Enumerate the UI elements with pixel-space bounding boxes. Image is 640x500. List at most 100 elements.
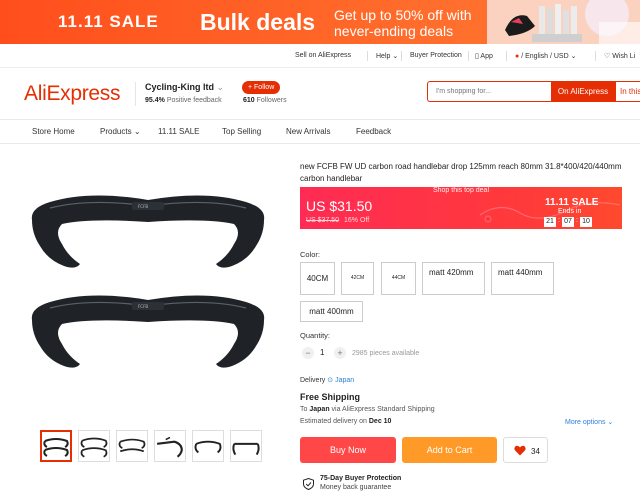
thumbnail-2[interactable]: [78, 430, 110, 462]
free-shipping-label: Free Shipping: [300, 392, 361, 402]
divider: [367, 51, 368, 61]
handlebar-bottom: FCFB: [31, 295, 265, 368]
countdown-seconds: 10: [580, 217, 592, 227]
quantity-decrease-button[interactable]: −: [302, 347, 314, 359]
quantity-increase-button[interactable]: +: [334, 347, 346, 359]
follow-button[interactable]: + Follow: [242, 81, 281, 94]
quantity-value[interactable]: 1: [320, 348, 324, 357]
language-currency-selector[interactable]: ● / English / USD ⌄: [515, 52, 576, 60]
wishlist-button[interactable]: 34: [503, 437, 548, 463]
help-menu[interactable]: Help ⌄: [376, 52, 398, 60]
ship-to-label: To: [300, 406, 308, 413]
buy-now-button[interactable]: Buy Now: [300, 437, 396, 463]
svg-text:FCFB: FCFB: [138, 204, 148, 209]
delivery-label: Delivery: [300, 377, 326, 384]
option-42cm[interactable]: 42CM: [341, 262, 374, 295]
original-price: US $37.50: [306, 217, 340, 224]
banner-promo-text: Get up to 50% off with never-ending deal…: [334, 7, 484, 39]
estimated-delivery-label: Estimated delivery on: [300, 418, 367, 425]
followers-label: Followers: [256, 97, 287, 104]
nav-store-home[interactable]: Store Home: [32, 127, 75, 136]
search-input[interactable]: [427, 81, 552, 102]
followers-count: 610: [243, 97, 255, 104]
heart-icon: [514, 445, 526, 456]
sell-on-aliexpress-link[interactable]: Sell on AliExpress: [295, 52, 351, 59]
feedback-percent: 95.4%: [145, 97, 165, 104]
main-product-image[interactable]: FCFB FCFB: [20, 160, 290, 410]
store-feedback: 95.4% Positive feedback: [145, 97, 222, 104]
ship-method: via AliExpress Standard Shipping: [331, 406, 435, 413]
ship-country: Japan: [309, 406, 330, 413]
chevron-down-icon: ⌄: [607, 419, 614, 426]
svg-text:FCFB: FCFB: [138, 304, 148, 309]
delivery-country-selector[interactable]: ⊙ Japan: [327, 377, 354, 384]
divider: [506, 51, 507, 61]
more-options-label: More options: [565, 419, 606, 426]
thumbnail-4[interactable]: [154, 430, 186, 462]
chevron-down-icon: ⌄: [216, 82, 225, 92]
quantity-label: Quantity:: [300, 331, 331, 340]
estimated-delivery: Estimated delivery on Dec 10: [300, 418, 391, 425]
shipping-route: To Japan via AliExpress Standard Shippin…: [300, 406, 435, 413]
option-matt-400mm[interactable]: matt 400mm: [300, 301, 363, 322]
nav-new-arrivals[interactable]: New Arrivals: [286, 127, 330, 136]
countdown-hours: 21: [544, 217, 556, 227]
nav-feedback[interactable]: Feedback: [356, 127, 391, 136]
thumbnail-5[interactable]: [192, 430, 224, 462]
sale-logo: 11.11 SALE: [545, 197, 599, 208]
handlebar-thumbnail-icon: [118, 438, 146, 453]
wishlist-label: Wish Li: [612, 53, 636, 60]
aliexpress-logo[interactable]: AliExpress: [24, 82, 121, 106]
buyer-protection-subtitle: Money back guarantee: [320, 484, 392, 491]
app-label: App: [480, 53, 493, 60]
banner-promo-line-1: Get up to 50% off with: [334, 7, 472, 23]
banner-sale-label: 11.11 SALE: [58, 12, 159, 31]
banner-products-image: [487, 0, 640, 44]
search-in-store-button[interactable]: In this: [615, 81, 640, 102]
promo-banner[interactable]: 11.11 SALE Bulk deals Get up to 50% off …: [0, 0, 640, 44]
nav-products[interactable]: Products ⌄: [100, 127, 141, 136]
top-utility-bar: Sell on AliExpress Help ⌄ Buyer Protecti…: [0, 44, 640, 68]
discount-badge: 16% Off: [344, 217, 370, 224]
option-matt-440mm[interactable]: matt 440mm: [491, 262, 554, 295]
search-on-aliexpress-button[interactable]: On AliExpress: [551, 81, 615, 102]
store-nav: Store Home Products ⌄ 11.11 SALE Top Sel…: [0, 120, 640, 144]
countdown-separator: :: [558, 217, 560, 224]
store-header: AliExpress Cycling-King ltd ⌄ 95.4% Posi…: [0, 68, 640, 120]
store-name-link[interactable]: Cycling-King ltd ⌄: [145, 82, 224, 93]
more-shipping-options-link[interactable]: More options ⌄: [565, 418, 613, 426]
handlebar-thumbnail-icon: [232, 442, 260, 456]
buyer-protection-link[interactable]: Buyer Protection: [410, 52, 462, 59]
delivery-country: Japan: [335, 377, 355, 384]
wishlist-link[interactable]: ♡ Wish Li: [604, 52, 635, 60]
banner-promo-line-2: never-ending deals: [334, 23, 454, 39]
estimated-delivery-date: Dec 10: [368, 418, 392, 425]
chevron-down-icon: ⌄: [392, 53, 399, 60]
feedback-label: Positive feedback: [166, 97, 222, 104]
app-link[interactable]: ▯ App: [475, 52, 493, 60]
ends-in-label: Ends in: [558, 208, 582, 215]
nav-sale[interactable]: 11.11 SALE: [158, 127, 200, 136]
divider: [468, 51, 469, 61]
buyer-protection-title: 75-Day Buyer Protection: [320, 475, 402, 482]
countdown-minutes: 07: [562, 217, 574, 227]
nav-top-selling[interactable]: Top Selling: [222, 127, 261, 136]
deal-label: Shop this top deal: [432, 187, 490, 194]
thumbnail-3[interactable]: [116, 430, 148, 462]
chevron-down-icon: ⌄: [570, 53, 577, 60]
delivery-row: Delivery ⊙ Japan: [300, 376, 354, 384]
option-matt-420mm[interactable]: matt 420mm: [422, 262, 485, 295]
chevron-down-icon: ⌄: [133, 127, 141, 136]
current-price: US $31.50: [306, 198, 373, 214]
shield-icon: [303, 478, 314, 490]
thumbnail-6[interactable]: [230, 430, 262, 462]
divider: [595, 51, 596, 61]
option-40cm[interactable]: 40CM: [300, 262, 335, 295]
thumbnail-1[interactable]: [40, 430, 72, 462]
option-44cm[interactable]: 44CM: [381, 262, 416, 295]
add-to-cart-button[interactable]: Add to Cart: [402, 437, 497, 463]
banner-headline: Bulk deals: [200, 9, 316, 35]
color-label: Color:: [300, 250, 321, 259]
available-stock: 2985 pieces available: [352, 350, 420, 357]
heart-icon: ♡: [604, 53, 611, 60]
